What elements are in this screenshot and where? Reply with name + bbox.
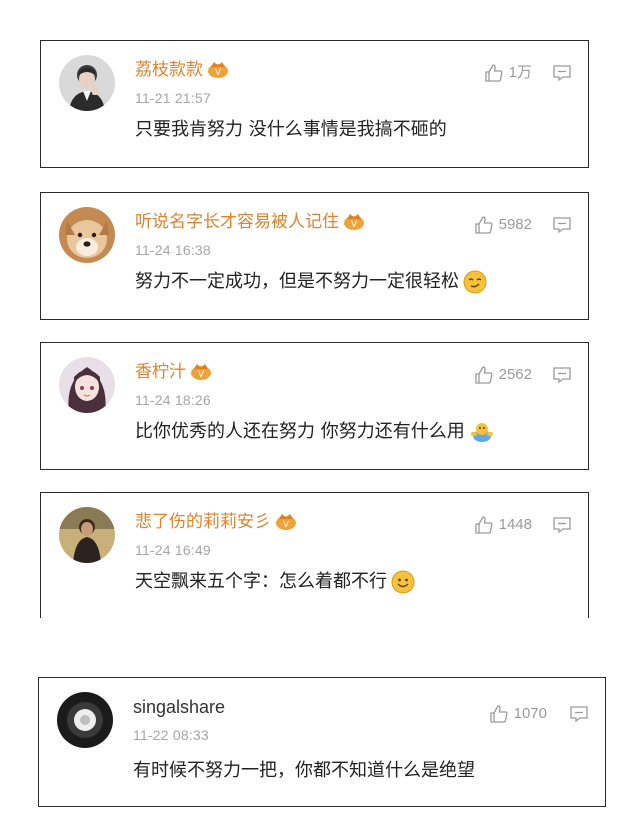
reply-button[interactable]	[569, 705, 589, 723]
comment-bubble-icon	[552, 516, 572, 534]
reply-button[interactable]	[552, 64, 572, 82]
thumbs-up-icon	[474, 215, 494, 235]
person-portrait-icon	[59, 507, 115, 563]
comment-text: 比你优秀的人还在努力 你努力还有什么用	[135, 419, 495, 445]
timestamp: 11-21 21:57	[135, 90, 211, 106]
username[interactable]: 香柠汁 V	[135, 361, 212, 383]
reply-button[interactable]	[552, 516, 572, 534]
username[interactable]: 悲了伤的莉莉安彡 V	[135, 511, 297, 533]
comment-bubble-icon	[552, 366, 572, 384]
svg-text:V: V	[215, 67, 221, 77]
like-count: 1070	[513, 705, 547, 722]
thumbs-up-icon	[489, 704, 509, 724]
like-count: 2562	[498, 366, 532, 383]
anime-girl-icon	[59, 357, 115, 413]
comment-card: 听说名字长才容易被人记住 V 11-24 16:38 5982 努力不一定成功，…	[40, 192, 589, 320]
like-button[interactable]: 1448	[474, 515, 532, 535]
like-count: 5982	[498, 216, 532, 233]
comment-bubble-icon	[552, 216, 572, 234]
svg-text:V: V	[351, 219, 357, 229]
vip-badge-icon: V	[343, 213, 365, 231]
comment-card: singalshare 11-22 08:33 1070 有时候不努力一把，你都…	[38, 677, 606, 807]
username[interactable]: singalshare	[133, 696, 225, 718]
comment-card: 荔枝款款 V 11-21 21:57 1万 只要我肯努力 没什么事情是我搞不砸的	[40, 40, 589, 168]
like-button[interactable]: 1070	[489, 704, 547, 724]
thumbs-up-icon	[474, 365, 494, 385]
vip-badge-icon: V	[275, 513, 297, 531]
thumbs-up-icon	[474, 515, 494, 535]
avatar[interactable]	[57, 692, 113, 748]
avatar[interactable]	[59, 507, 115, 563]
hand-wave-emoji-icon	[469, 420, 495, 444]
username[interactable]: 听说名字长才容易被人记住 V	[135, 211, 365, 233]
like-button[interactable]: 2562	[474, 365, 532, 385]
avatar[interactable]	[59, 207, 115, 263]
reply-button[interactable]	[552, 366, 572, 384]
like-count: 1448	[498, 516, 532, 533]
avatar[interactable]	[59, 357, 115, 413]
comment-text: 天空飘来五个字：怎么着都不行	[135, 569, 415, 595]
comment-bubble-icon	[552, 64, 572, 82]
vip-badge-icon: V	[207, 61, 229, 79]
like-count: 1万	[508, 64, 532, 81]
dog-icon	[59, 207, 115, 263]
username[interactable]: 荔枝款款 V	[135, 59, 229, 81]
man-portrait-icon	[59, 55, 115, 111]
dark-circle-icon	[57, 692, 113, 748]
comment-text: 有时候不努力一把，你都不知道什么是绝望	[133, 760, 475, 781]
timestamp: 11-22 08:33	[133, 727, 209, 743]
comment-card: 香柠汁 V 11-24 18:26 2562 比你优秀的人还在努力 你努力还有什…	[40, 342, 589, 470]
smug-face-emoji-icon	[463, 270, 487, 294]
comment-text: 努力不一定成功，但是不努力一定很轻松	[135, 269, 487, 295]
svg-text:V: V	[198, 369, 204, 379]
like-button[interactable]: 1万	[484, 63, 532, 83]
thumbs-up-icon	[484, 63, 504, 83]
timestamp: 11-24 18:26	[135, 392, 211, 408]
comment-bubble-icon	[569, 705, 589, 723]
svg-text:V: V	[283, 519, 289, 529]
like-button[interactable]: 5982	[474, 215, 532, 235]
smile-face-emoji-icon	[391, 570, 415, 594]
reply-button[interactable]	[552, 216, 572, 234]
comment-card: 悲了伤的莉莉安彡 V 11-24 16:49 1448 天空飘来五个字：怎么着都…	[40, 492, 589, 618]
timestamp: 11-24 16:38	[135, 242, 211, 258]
avatar[interactable]	[59, 55, 115, 111]
timestamp: 11-24 16:49	[135, 542, 211, 558]
vip-badge-icon: V	[190, 363, 212, 381]
comment-text: 只要我肯努力 没什么事情是我搞不砸的	[135, 119, 447, 140]
